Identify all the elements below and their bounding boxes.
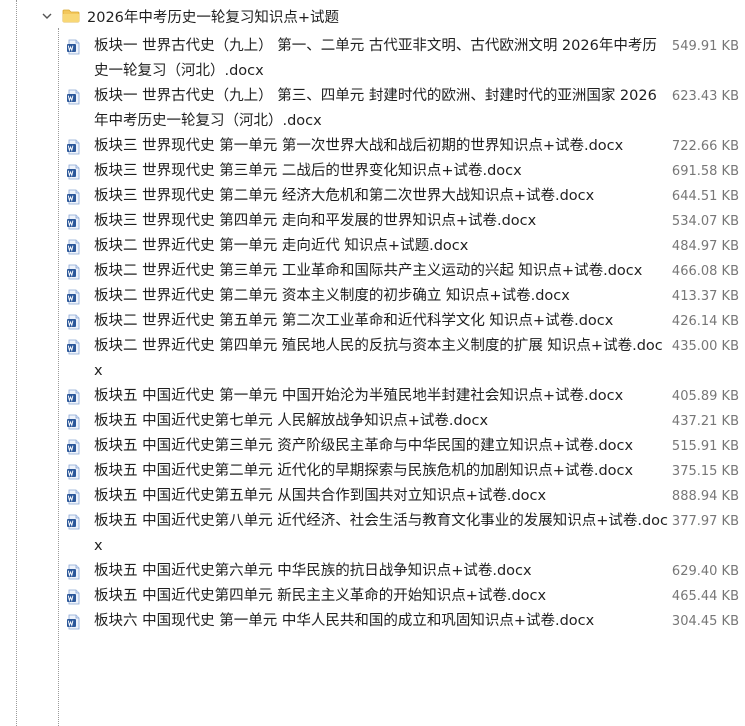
- word-document-icon: [66, 214, 82, 230]
- word-document-icon: [66, 339, 82, 355]
- file-size: 644.51 KB: [671, 189, 739, 204]
- word-document-icon: [66, 289, 82, 305]
- file-size: 629.40 KB: [671, 564, 739, 579]
- word-document-icon: [66, 514, 82, 530]
- file-size: 465.44 KB: [671, 589, 739, 604]
- word-document-icon: [66, 439, 82, 455]
- file-size: 426.14 KB: [671, 314, 739, 329]
- file-row[interactable]: 板块五 中国近代史 第一单元 中国开始沦为半殖民地半封建社会知识点+试卷.doc…: [66, 384, 745, 409]
- file-size: 413.37 KB: [671, 289, 739, 304]
- file-size: 534.07 KB: [671, 214, 739, 229]
- file-name: 板块一 世界古代史（九上） 第三、四单元 封建时代的欧洲、封建时代的亚洲国家 2…: [94, 88, 657, 129]
- tree-guide-line: [58, 28, 59, 726]
- file-size: 515.91 KB: [671, 439, 739, 454]
- folder-name: 2026年中考历史一轮复习知识点+试题: [87, 9, 340, 26]
- file-size: 377.97 KB: [671, 514, 739, 529]
- file-name: 板块五 中国近代史第四单元 新民主主义革命的开始知识点+试卷.docx: [94, 588, 547, 604]
- file-name: 板块二 世界近代史 第一单元 走向近代 知识点+试题.docx: [94, 238, 469, 254]
- word-document-icon: [66, 264, 82, 280]
- file-name: 板块五 中国近代史第五单元 从国共合作到国共对立知识点+试卷.docx: [94, 488, 547, 504]
- file-name: 板块三 世界现代史 第三单元 二战后的世界变化知识点+试卷.docx: [94, 163, 522, 179]
- word-document-icon: [66, 164, 82, 180]
- file-row[interactable]: 板块五 中国近代史第二单元 近代化的早期探索与民族危机的加剧知识点+试卷.doc…: [66, 459, 745, 484]
- word-document-icon: [66, 564, 82, 580]
- file-name: 板块三 世界现代史 第一单元 第一次世界大战和战后初期的世界知识点+试卷.doc…: [94, 138, 624, 154]
- file-name: 板块二 世界近代史 第二单元 资本主义制度的初步确立 知识点+试卷.docx: [94, 288, 570, 304]
- file-row[interactable]: 板块三 世界现代史 第二单元 经济大危机和第二次世界大战知识点+试卷.docx 6…: [66, 184, 745, 209]
- file-row[interactable]: 板块五 中国近代史第四单元 新民主主义革命的开始知识点+试卷.docx 465.4…: [66, 584, 745, 609]
- file-row[interactable]: 板块五 中国近代史第七单元 人民解放战争知识点+试卷.docx 437.21 KB: [66, 409, 745, 434]
- file-name: 板块二 世界近代史 第三单元 工业革命和国际共产主义运动的兴起 知识点+试卷.d…: [94, 263, 643, 279]
- file-size: 435.00 KB: [671, 339, 739, 354]
- file-row[interactable]: 板块二 世界近代史 第四单元 殖民地人民的反抗与资本主义制度的扩展 知识点+试卷…: [66, 334, 745, 384]
- folder-icon: [62, 9, 80, 23]
- file-name: 板块二 世界近代史 第五单元 第二次工业革命和近代科学文化 知识点+试卷.doc…: [94, 313, 614, 329]
- folder-row[interactable]: 2026年中考历史一轮复习知识点+试题: [40, 4, 339, 28]
- file-name: 板块五 中国近代史 第一单元 中国开始沦为半殖民地半封建社会知识点+试卷.doc…: [94, 388, 624, 404]
- file-name: 板块六 中国现代史 第一单元 中华人民共和国的成立和巩固知识点+试卷.docx: [94, 613, 595, 629]
- word-document-icon: [66, 389, 82, 405]
- word-document-icon: [66, 589, 82, 605]
- file-row[interactable]: 板块五 中国近代史第三单元 资产阶级民主革命与中华民国的建立知识点+试卷.doc…: [66, 434, 745, 459]
- word-document-icon: [66, 189, 82, 205]
- file-size: 623.43 KB: [671, 89, 739, 104]
- file-size: 437.21 KB: [671, 414, 739, 429]
- file-name: 板块二 世界近代史 第四单元 殖民地人民的反抗与资本主义制度的扩展 知识点+试卷…: [94, 338, 663, 379]
- file-row[interactable]: 板块六 中国现代史 第一单元 中华人民共和国的成立和巩固知识点+试卷.docx 3…: [66, 609, 745, 634]
- file-row[interactable]: 板块五 中国近代史第五单元 从国共合作到国共对立知识点+试卷.docx 888.9…: [66, 484, 745, 509]
- file-size: 304.45 KB: [671, 614, 739, 629]
- word-document-icon: [66, 89, 82, 105]
- file-row[interactable]: 板块一 世界古代史（九上） 第三、四单元 封建时代的欧洲、封建时代的亚洲国家 2…: [66, 84, 745, 134]
- word-document-icon: [66, 239, 82, 255]
- word-document-icon: [66, 464, 82, 480]
- word-document-icon: [66, 314, 82, 330]
- file-list: 板块一 世界古代史（九上） 第一、二单元 古代亚非文明、古代欧洲文明 2026年…: [66, 34, 745, 634]
- file-row[interactable]: 板块五 中国近代史第六单元 中华民族的抗日战争知识点+试卷.docx 629.40…: [66, 559, 745, 584]
- file-name: 板块一 世界古代史（九上） 第一、二单元 古代亚非文明、古代欧洲文明 2026年…: [94, 38, 657, 79]
- file-size: 375.15 KB: [671, 464, 739, 479]
- file-row[interactable]: 板块二 世界近代史 第五单元 第二次工业革命和近代科学文化 知识点+试卷.doc…: [66, 309, 745, 334]
- file-row[interactable]: 板块三 世界现代史 第一单元 第一次世界大战和战后初期的世界知识点+试卷.doc…: [66, 134, 745, 159]
- file-row[interactable]: 板块一 世界古代史（九上） 第一、二单元 古代亚非文明、古代欧洲文明 2026年…: [66, 34, 745, 84]
- file-name: 板块五 中国近代史第八单元 近代经济、社会生活与教育文化事业的发展知识点+试卷.…: [94, 513, 669, 554]
- file-name: 板块五 中国近代史第二单元 近代化的早期探索与民族危机的加剧知识点+试卷.doc…: [94, 463, 634, 479]
- word-document-icon: [66, 614, 82, 630]
- file-name: 板块三 世界现代史 第二单元 经济大危机和第二次世界大战知识点+试卷.docx: [94, 188, 595, 204]
- file-size: 691.58 KB: [671, 164, 739, 179]
- file-row[interactable]: 板块三 世界现代史 第三单元 二战后的世界变化知识点+试卷.docx 691.58…: [66, 159, 745, 184]
- file-row[interactable]: 板块二 世界近代史 第三单元 工业革命和国际共产主义运动的兴起 知识点+试卷.d…: [66, 259, 745, 284]
- chevron-down-icon[interactable]: [40, 9, 54, 23]
- file-size: 405.89 KB: [671, 389, 739, 404]
- file-size: 722.66 KB: [671, 139, 739, 154]
- file-row[interactable]: 板块五 中国近代史第八单元 近代经济、社会生活与教育文化事业的发展知识点+试卷.…: [66, 509, 745, 559]
- file-row[interactable]: 板块二 世界近代史 第一单元 走向近代 知识点+试题.docx 484.97 KB: [66, 234, 745, 259]
- file-name: 板块五 中国近代史第三单元 资产阶级民主革命与中华民国的建立知识点+试卷.doc…: [94, 438, 634, 454]
- file-size: 549.91 KB: [671, 39, 739, 54]
- file-size: 466.08 KB: [671, 264, 739, 279]
- file-name: 板块五 中国近代史第六单元 中华民族的抗日战争知识点+试卷.docx: [94, 563, 532, 579]
- word-document-icon: [66, 414, 82, 430]
- file-size: 888.94 KB: [671, 489, 739, 504]
- word-document-icon: [66, 39, 82, 55]
- file-name: 板块五 中国近代史第七单元 人民解放战争知识点+试卷.docx: [94, 413, 489, 429]
- file-row[interactable]: 板块二 世界近代史 第二单元 资本主义制度的初步确立 知识点+试卷.docx 41…: [66, 284, 745, 309]
- file-name: 板块三 世界现代史 第四单元 走向和平发展的世界知识点+试卷.docx: [94, 213, 537, 229]
- file-size: 484.97 KB: [671, 239, 739, 254]
- word-document-icon: [66, 489, 82, 505]
- word-document-icon: [66, 139, 82, 155]
- tree-guide-line: [16, 0, 17, 726]
- file-row[interactable]: 板块三 世界现代史 第四单元 走向和平发展的世界知识点+试卷.docx 534.0…: [66, 209, 745, 234]
